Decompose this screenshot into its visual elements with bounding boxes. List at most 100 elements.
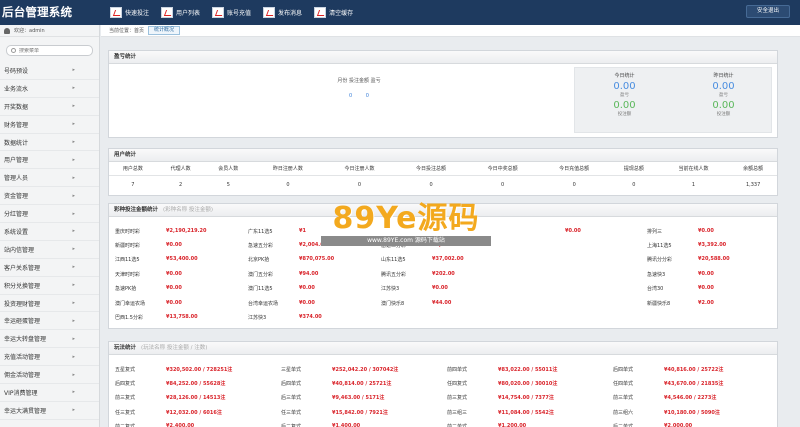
search-input[interactable]: [19, 47, 89, 54]
sidebar-item-label: 客户关系管理: [4, 264, 41, 272]
sidebar-item[interactable]: 充值活动管理 ▸: [0, 348, 99, 367]
play-name: 前二复式: [111, 423, 166, 427]
lottery-name: 巴西1.5分彩: [115, 315, 143, 322]
play-cell: 前三单式 ¥4,546.00 / 2273注: [609, 394, 775, 401]
play-cell: 前二单式¥1,200.00: [443, 423, 609, 427]
lottery-name: [510, 228, 565, 234]
sidebar-item[interactable]: 资金管理 ▸: [0, 187, 99, 206]
top-nav: 快速投注 用户列表 账号充值 发布消息 清空缓存: [104, 0, 359, 25]
play-name: 后二复式: [277, 423, 332, 427]
stat-value: 7: [131, 182, 135, 189]
play-row: 任三复式 ¥12,032.00 / 6016注 任三单式 ¥15,842.00 / 7…: [111, 405, 777, 419]
sidebar-item[interactable]: 管理人员 ▸: [0, 169, 99, 188]
play-name: 后二单式: [609, 423, 664, 427]
profit-panel: 盈亏统计 月份 投注金额 盈亏 0 0 今日统计 0.00 盈亏 0.00 投注…: [108, 50, 778, 138]
sidebar-item[interactable]: 系统设置 ▸: [0, 223, 99, 241]
lottery-amount: ¥374.00: [299, 314, 322, 321]
chevron-right-icon: ▸: [72, 264, 75, 271]
lottery-amount: ¥2.00: [698, 299, 714, 306]
play-cell: 任三单式 ¥15,842.00 / 7921注: [277, 409, 443, 416]
sidebar-item[interactable]: 幸运大满贯管理 ▸: [0, 402, 99, 420]
lottery-name: 重庆时时彩: [115, 228, 141, 235]
sidebar-item-label: 积分兑换管理: [4, 282, 41, 290]
lottery-cell: 江西11选5 ¥53,400.00: [111, 256, 244, 263]
play-amount: ¥1,400.00: [332, 423, 361, 427]
topnav-recharge[interactable]: 账号充值: [206, 0, 257, 25]
sidebar-item[interactable]: 数据统计 ▸: [0, 134, 99, 152]
play-amount: ¥320,502.00 / 728251注: [166, 366, 233, 373]
chevron-right-icon: ▸: [72, 121, 75, 128]
column-header: 会员人数: [204, 162, 253, 176]
topnav-user-list[interactable]: 用户列表: [155, 0, 206, 25]
topnav-quick-bet[interactable]: 快速投注: [104, 0, 155, 25]
sidebar-item[interactable]: VIP消费管理 ▸: [0, 384, 99, 402]
sidebar-item[interactable]: 开奖数据 ▸: [0, 98, 99, 116]
sidebar-item[interactable]: 投资理财管理 ▸: [0, 295, 99, 313]
play-name: 五星复式: [115, 366, 136, 373]
lottery-row: 天津时时彩 ¥0.00 澳门五分彩 ¥94.00 腾讯五分彩 ¥202.00 急速快3 ¥0.…: [111, 267, 777, 281]
play-name: 前四单式: [447, 366, 468, 373]
lottery-cell: 新疆时时彩 ¥0.00: [111, 242, 244, 249]
stat-value: 0: [501, 182, 505, 189]
lottery-name: 北京PK拾: [248, 257, 270, 264]
lottery-amount: ¥44.00: [432, 299, 452, 306]
lottery-name: 澳门11选5: [248, 286, 273, 293]
lottery-amount: ¥0.00: [166, 270, 182, 277]
sidebar-item-label: 开奖数据: [4, 103, 29, 111]
play-name: 前二单式: [443, 423, 498, 427]
column-header: 今日充值总额: [538, 162, 610, 176]
play-name: 前三组六: [613, 409, 634, 416]
sidebar-item-label: 幸运大满贯管理: [4, 407, 47, 415]
lottery-amount: ¥0.00: [166, 242, 182, 249]
sidebar-item[interactable]: 客户关系管理 ▸: [0, 259, 99, 277]
sidebar-item[interactable]: 站内信管理 ▸: [0, 241, 99, 259]
play-cell: 前三组三 ¥11,084.00 / 5542注: [443, 409, 609, 416]
monthly-profit-summary: 月份 投注金额 盈亏 0 0: [299, 77, 419, 99]
lottery-cell: 澳门11选5 ¥0.00: [244, 285, 377, 292]
lottery-name: 腾讯五分彩: [381, 271, 407, 278]
lottery-cell: 腾讯五分彩 ¥202.00: [377, 271, 510, 278]
lottery-cell: 急速快3 ¥0.00: [643, 271, 776, 278]
sidebar-item[interactable]: 积分兑换管理 ▸: [0, 277, 99, 295]
sidebar-item-label: 充值活动管理: [4, 354, 41, 362]
play-amount: ¥252,042.20 / 307042注: [332, 366, 399, 373]
logout-button[interactable]: 安全退出: [745, 5, 790, 18]
topnav-publish-message[interactable]: 发布消息: [257, 0, 308, 25]
sidebar-item[interactable]: 用户管理 ▸: [0, 151, 99, 170]
play-row: 前三复式 ¥28,126.00 / 14513注 后三单式 ¥9,463.00 / 5…: [111, 391, 777, 405]
yesterday-stats: 昨日统计 0.00 盈亏 0.00 投注额: [674, 72, 773, 117]
sidebar-item[interactable]: 业务流水 ▸: [0, 80, 99, 98]
lottery-amount: ¥0.00: [166, 285, 182, 292]
play-cell: 后三单式 ¥9,463.00 / 5171注: [277, 394, 443, 401]
lottery-name: 江苏快3: [248, 315, 267, 322]
lottery-name: 澳门幸运农场: [115, 300, 146, 307]
sidebar-item-label: 业务流水: [4, 85, 29, 93]
lottery-cell: 江苏快3 ¥374.00: [244, 314, 377, 321]
sidebar-item[interactable]: 佣金活动管理 ▸: [0, 366, 99, 385]
play-amount: ¥80,020.00 / 30010注: [498, 381, 558, 388]
sidebar-item[interactable]: 财务管理 ▸: [0, 116, 99, 134]
sidebar-item[interactable]: 分红管理 ▸: [0, 205, 99, 224]
play-amount: ¥14,754.00 / 7377注: [498, 395, 554, 402]
play-amount: ¥83,022.00 / 55011注: [498, 366, 558, 373]
column-header: 用户总数: [109, 162, 157, 176]
chevron-right-icon: ▸: [72, 156, 75, 163]
play-amount: ¥4,546.00 / 2273注: [664, 395, 717, 402]
sidebar-item[interactable]: 幸运砸蛋管理 ▸: [0, 312, 99, 331]
chevron-right-icon: ▸: [72, 174, 75, 181]
play-name: 后四单式: [613, 366, 634, 373]
play-stats-panel: 玩法统计 (玩法名称 投注金额 / 注数) 五星复式 ¥320,502.00 / 7…: [108, 341, 778, 427]
stat-value: 5: [226, 182, 230, 189]
tab-overview[interactable]: 统计概况: [148, 26, 181, 35]
sidebar-menu: 号码预设 ▸ 业务流水 ▸ 开奖数据 ▸ 财务管理 ▸ 数据统计 ▸ 用户管理 ▸ 管理人员 ▸ 资金管理 ▸…: [0, 62, 99, 420]
lottery-cell: ¥0.00: [510, 228, 643, 234]
sidebar-item[interactable]: 幸运大转盘管理 ▸: [0, 330, 99, 349]
lottery-amount: ¥1: [299, 227, 306, 234]
play-cell: 任三复式 ¥12,032.00 / 6016注: [111, 409, 277, 416]
column-header: 今日注册人数: [323, 162, 396, 176]
sidebar-item[interactable]: 号码预设 ▸: [0, 62, 99, 80]
lottery-name: 天津时时彩: [115, 271, 141, 278]
topnav-clear-cache[interactable]: 清空缓存: [308, 0, 359, 25]
lottery-name: 山东11选5: [381, 257, 406, 264]
user-greeting: 欢迎：admin: [14, 28, 45, 34]
